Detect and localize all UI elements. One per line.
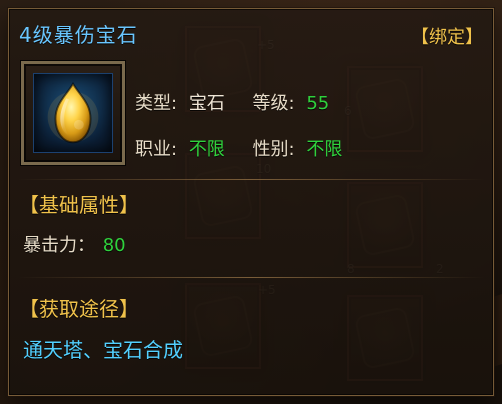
item-restrictions-row: 职业: 不限 性别: 不限 (135, 135, 342, 161)
base-attributes-title: 【基础属性】 (19, 193, 139, 217)
type-value: 宝石 (188, 93, 225, 114)
item-tooltip: 4级暴伤宝石 【绑定】 类型: 宝石 等级: 55 职业: 不限 性别: 不限 … (8, 8, 494, 396)
type-label: 类型: (135, 93, 178, 114)
crit-damage-value: 80 (102, 235, 126, 256)
class-label: 职业: (135, 139, 178, 160)
item-type-row: 类型: 宝石 等级: 55 (135, 89, 329, 115)
obtain-method-text: 通天塔、宝石合成 (23, 338, 183, 362)
divider (17, 277, 485, 278)
gender-label: 性别: (252, 139, 295, 160)
item-icon-frame (21, 61, 125, 165)
bind-status: 【绑定】 (411, 27, 483, 48)
item-title: 4级暴伤宝石 (19, 23, 138, 47)
yellow-gem-icon (47, 81, 99, 144)
crit-damage-label: 暴击力： (23, 235, 95, 256)
crit-damage-row: 暴击力： 80 (23, 231, 126, 257)
level-value: 55 (306, 93, 330, 114)
obtain-method-title: 【获取途径】 (19, 297, 139, 321)
divider (17, 179, 485, 180)
game-ui: +5 10 6 2 +5 8 4级暴伤宝石 【绑定】 (0, 0, 502, 404)
gender-value: 不限 (306, 139, 343, 160)
level-label: 等级: (252, 93, 295, 114)
class-value: 不限 (188, 139, 225, 160)
item-icon-inner (33, 73, 113, 153)
